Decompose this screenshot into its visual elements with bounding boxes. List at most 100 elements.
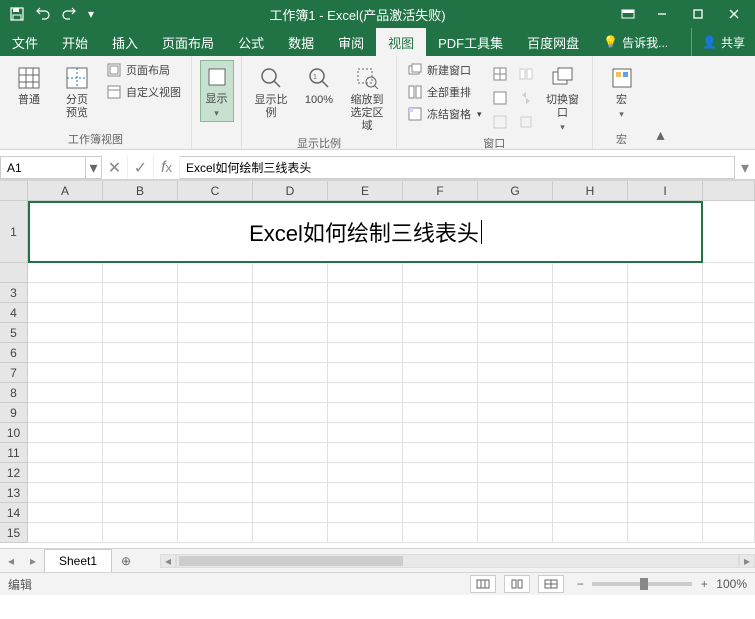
formula-input[interactable]: Excel如何绘制三线表头	[180, 156, 735, 179]
cell[interactable]	[328, 523, 403, 543]
unhide-button[interactable]	[490, 112, 510, 132]
column-header-I[interactable]: I	[628, 181, 703, 201]
cell[interactable]	[553, 363, 628, 383]
tab-pagelayout[interactable]: 页面布局	[150, 28, 226, 56]
cell[interactable]	[703, 443, 755, 463]
freeze-panes-button[interactable]: 冻结窗格▾	[405, 104, 484, 124]
sheet-nav-first[interactable]: ◂	[0, 549, 22, 572]
cell[interactable]	[103, 363, 178, 383]
cell[interactable]	[178, 363, 253, 383]
cell[interactable]	[103, 323, 178, 343]
cell[interactable]	[178, 323, 253, 343]
cell[interactable]	[178, 463, 253, 483]
cell[interactable]	[253, 483, 328, 503]
cell[interactable]	[403, 483, 478, 503]
cell[interactable]	[703, 323, 755, 343]
cell[interactable]	[628, 343, 703, 363]
cancel-icon[interactable]: ✕	[102, 156, 128, 179]
cell[interactable]	[703, 463, 755, 483]
cell[interactable]	[553, 503, 628, 523]
row-header-13[interactable]: 13	[0, 483, 28, 503]
tab-review[interactable]: 审阅	[326, 28, 376, 56]
add-sheet-button[interactable]: ⊕	[112, 549, 140, 572]
horizontal-scrollbar[interactable]	[176, 554, 739, 568]
redo-icon[interactable]	[58, 3, 80, 25]
cell[interactable]	[553, 303, 628, 323]
pagelayout-view-button[interactable]: 页面布局	[104, 60, 183, 80]
cells-area[interactable]: Excel如何绘制三线表头	[28, 201, 755, 548]
cell[interactable]	[178, 303, 253, 323]
scroll-right-button[interactable]: ▸	[739, 554, 755, 568]
row-header-2[interactable]	[0, 263, 28, 283]
cell[interactable]	[703, 383, 755, 403]
cell[interactable]	[628, 363, 703, 383]
cell[interactable]	[253, 323, 328, 343]
cell[interactable]	[28, 463, 103, 483]
cell[interactable]	[28, 263, 103, 283]
column-header-H[interactable]: H	[553, 181, 628, 201]
cell[interactable]	[103, 263, 178, 283]
cell[interactable]	[478, 323, 553, 343]
cell[interactable]	[178, 283, 253, 303]
cell[interactable]	[703, 363, 755, 383]
cell[interactable]	[103, 343, 178, 363]
cell[interactable]	[703, 201, 755, 263]
share-button[interactable]: 👤共享	[691, 28, 755, 56]
cell[interactable]	[253, 303, 328, 323]
pagebreak-preview-button[interactable]: 分页 预览	[56, 60, 98, 120]
zoom-selection-button[interactable]: 缩放到 选定区域	[346, 60, 388, 133]
cell[interactable]	[328, 323, 403, 343]
cell[interactable]	[178, 263, 253, 283]
cell[interactable]	[703, 343, 755, 363]
fx-icon[interactable]: fx	[154, 156, 180, 179]
cell[interactable]	[553, 443, 628, 463]
cell[interactable]	[253, 403, 328, 423]
cell[interactable]	[478, 403, 553, 423]
cell[interactable]	[28, 303, 103, 323]
cell[interactable]	[103, 403, 178, 423]
cell[interactable]	[703, 523, 755, 543]
cell[interactable]	[103, 303, 178, 323]
sheet-nav-last[interactable]: ▸	[22, 549, 44, 572]
cell[interactable]	[553, 343, 628, 363]
collapse-ribbon-button[interactable]: ▴	[651, 56, 671, 149]
hide-button[interactable]	[490, 88, 510, 108]
cell[interactable]	[328, 303, 403, 323]
column-header-E[interactable]: E	[328, 181, 403, 201]
cell[interactable]	[703, 483, 755, 503]
cell[interactable]	[328, 403, 403, 423]
row-header-12[interactable]: 12	[0, 463, 28, 483]
row-header-5[interactable]: 5	[0, 323, 28, 343]
cell[interactable]	[703, 503, 755, 523]
sync-scroll-button[interactable]	[516, 88, 536, 108]
cell[interactable]	[628, 383, 703, 403]
column-header-extra[interactable]	[703, 181, 755, 201]
cell[interactable]	[28, 343, 103, 363]
cell[interactable]	[403, 503, 478, 523]
cell[interactable]	[328, 483, 403, 503]
new-window-button[interactable]: 新建窗口	[405, 60, 484, 80]
formula-bar-expand[interactable]: ▾	[735, 156, 755, 179]
cell[interactable]	[628, 483, 703, 503]
zoom-level[interactable]: 100%	[716, 577, 747, 591]
row-header-15[interactable]: 15	[0, 523, 28, 543]
cell[interactable]	[253, 523, 328, 543]
zoom-100-button[interactable]: 1 100%	[298, 60, 340, 107]
cell[interactable]	[328, 283, 403, 303]
cell[interactable]	[403, 363, 478, 383]
cell[interactable]	[628, 423, 703, 443]
save-icon[interactable]	[6, 3, 28, 25]
cell[interactable]	[178, 383, 253, 403]
cell[interactable]	[103, 283, 178, 303]
qat-customize-icon[interactable]: ▾	[84, 3, 98, 25]
cell[interactable]	[103, 523, 178, 543]
cell[interactable]	[553, 403, 628, 423]
cell[interactable]	[553, 323, 628, 343]
column-header-C[interactable]: C	[178, 181, 253, 201]
cell[interactable]	[403, 263, 478, 283]
macros-button[interactable]: 宏 ▾	[601, 60, 643, 120]
sheet-tab-sheet1[interactable]: Sheet1	[44, 549, 112, 572]
cell[interactable]	[328, 423, 403, 443]
cell[interactable]	[628, 503, 703, 523]
cell[interactable]	[328, 503, 403, 523]
